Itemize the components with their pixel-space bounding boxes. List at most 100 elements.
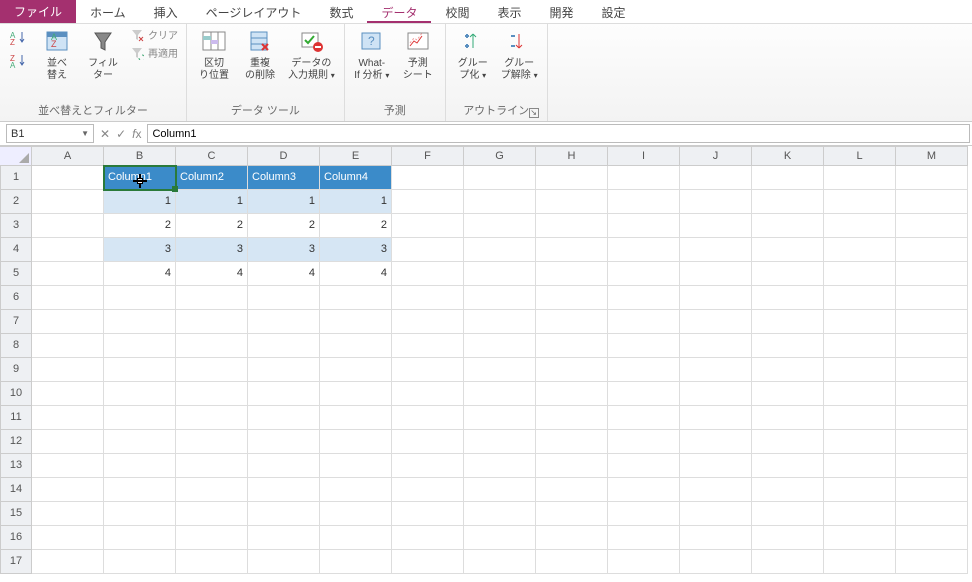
cell[interactable] xyxy=(392,238,464,262)
col-header[interactable]: L xyxy=(824,146,896,166)
cell[interactable] xyxy=(824,286,896,310)
cell[interactable]: 2 xyxy=(320,214,392,238)
col-header[interactable]: J xyxy=(680,146,752,166)
cell[interactable] xyxy=(680,358,752,382)
sort-desc-button[interactable]: ZA xyxy=(8,51,30,71)
cell[interactable] xyxy=(680,406,752,430)
cell[interactable] xyxy=(32,526,104,550)
cell[interactable] xyxy=(248,286,320,310)
cell[interactable] xyxy=(536,502,608,526)
filter-button[interactable]: フィル ター xyxy=(82,26,124,84)
cell[interactable] xyxy=(104,334,176,358)
cell[interactable]: 1 xyxy=(176,190,248,214)
cell[interactable] xyxy=(824,262,896,286)
cell[interactable]: 1 xyxy=(104,190,176,214)
cell[interactable]: 3 xyxy=(248,238,320,262)
cell[interactable] xyxy=(32,262,104,286)
cell[interactable] xyxy=(464,430,536,454)
cell[interactable] xyxy=(752,334,824,358)
whatif-button[interactable]: ? What- If 分析 ▾ xyxy=(351,26,393,84)
cell[interactable] xyxy=(32,358,104,382)
row-header[interactable]: 14 xyxy=(0,478,32,502)
sort-button[interactable]: ZA 並べ 替え xyxy=(36,26,78,84)
cell[interactable] xyxy=(680,478,752,502)
cell[interactable] xyxy=(176,454,248,478)
dialog-launcher-icon[interactable]: ↘ xyxy=(529,108,539,118)
cell[interactable] xyxy=(752,310,824,334)
cell[interactable] xyxy=(752,214,824,238)
chevron-down-icon[interactable]: ▼ xyxy=(81,129,89,138)
cell[interactable] xyxy=(752,430,824,454)
cell[interactable] xyxy=(392,358,464,382)
cell[interactable] xyxy=(32,550,104,574)
cell[interactable] xyxy=(104,430,176,454)
cell[interactable] xyxy=(176,478,248,502)
cell[interactable] xyxy=(608,190,680,214)
cell[interactable] xyxy=(824,382,896,406)
cell[interactable] xyxy=(536,262,608,286)
cell[interactable] xyxy=(536,166,608,190)
cell[interactable] xyxy=(608,454,680,478)
name-box[interactable]: B1 ▼ xyxy=(6,124,94,143)
cell[interactable] xyxy=(392,166,464,190)
cell[interactable] xyxy=(464,502,536,526)
cell[interactable]: Column1 xyxy=(104,166,176,190)
cell[interactable] xyxy=(176,310,248,334)
cell[interactable] xyxy=(464,478,536,502)
cell[interactable] xyxy=(680,526,752,550)
cell[interactable] xyxy=(32,286,104,310)
cell[interactable] xyxy=(896,406,968,430)
cell[interactable] xyxy=(752,502,824,526)
cell[interactable] xyxy=(824,550,896,574)
cell[interactable] xyxy=(536,286,608,310)
tab-data[interactable]: データ xyxy=(367,0,431,23)
row-header[interactable]: 6 xyxy=(0,286,32,310)
cell[interactable] xyxy=(680,310,752,334)
row-header[interactable]: 11 xyxy=(0,406,32,430)
cell[interactable] xyxy=(824,478,896,502)
cell[interactable] xyxy=(608,406,680,430)
cell[interactable] xyxy=(752,550,824,574)
cell[interactable] xyxy=(896,190,968,214)
cell[interactable] xyxy=(320,526,392,550)
cell[interactable] xyxy=(680,502,752,526)
cell[interactable] xyxy=(680,286,752,310)
cell[interactable] xyxy=(104,286,176,310)
col-header[interactable]: K xyxy=(752,146,824,166)
row-header[interactable]: 5 xyxy=(0,262,32,286)
cell[interactable] xyxy=(608,358,680,382)
cell[interactable] xyxy=(392,406,464,430)
cell[interactable] xyxy=(536,190,608,214)
cell[interactable] xyxy=(824,214,896,238)
cell[interactable] xyxy=(248,382,320,406)
cell[interactable] xyxy=(464,382,536,406)
tab-page-layout[interactable]: ページレイアウト xyxy=(192,0,316,23)
cell[interactable] xyxy=(824,454,896,478)
cell[interactable] xyxy=(464,238,536,262)
row-header[interactable]: 4 xyxy=(0,238,32,262)
col-header[interactable]: D xyxy=(248,146,320,166)
sort-asc-button[interactable]: AZ xyxy=(8,28,30,48)
cell[interactable] xyxy=(32,382,104,406)
cell[interactable] xyxy=(32,478,104,502)
cell[interactable] xyxy=(32,454,104,478)
cell[interactable] xyxy=(680,166,752,190)
cell[interactable] xyxy=(320,430,392,454)
cell[interactable] xyxy=(32,214,104,238)
cell[interactable]: Column2 xyxy=(176,166,248,190)
cell[interactable] xyxy=(320,334,392,358)
cell[interactable] xyxy=(896,310,968,334)
col-header[interactable]: H xyxy=(536,146,608,166)
cell[interactable] xyxy=(104,550,176,574)
cell[interactable]: 3 xyxy=(320,238,392,262)
cell[interactable] xyxy=(104,310,176,334)
cell[interactable] xyxy=(32,190,104,214)
cell[interactable] xyxy=(248,358,320,382)
cell[interactable] xyxy=(392,310,464,334)
cancel-formula-button[interactable]: ✕ xyxy=(100,127,110,141)
cell[interactable] xyxy=(896,550,968,574)
cell[interactable] xyxy=(248,502,320,526)
cell[interactable] xyxy=(608,382,680,406)
cell[interactable] xyxy=(608,430,680,454)
cell[interactable] xyxy=(464,214,536,238)
